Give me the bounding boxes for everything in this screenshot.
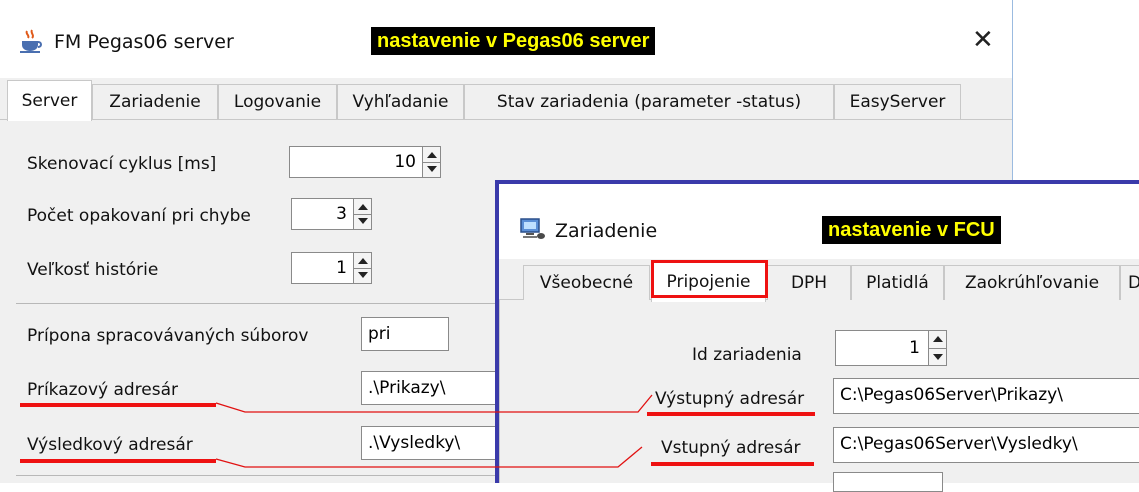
annotation-connector-lines	[215, 394, 653, 468]
pripojenie-red-highlight	[651, 260, 768, 298]
tab-server[interactable]: Server	[7, 80, 92, 121]
result-to-input-connector	[215, 446, 643, 468]
command-to-output-connector	[215, 394, 653, 413]
